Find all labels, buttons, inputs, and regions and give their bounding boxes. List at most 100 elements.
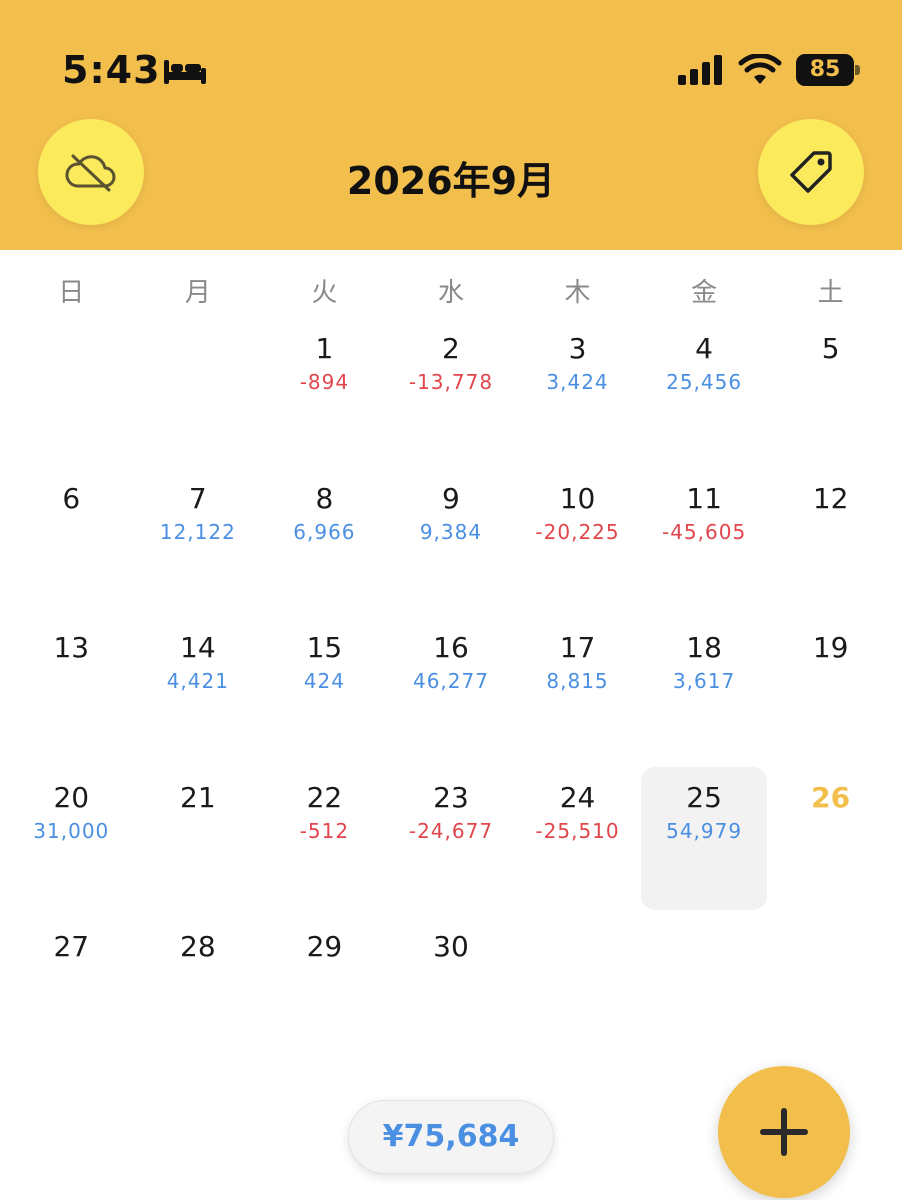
day-number: 18 — [686, 631, 722, 664]
calendar-day-5[interactable]: 5 — [767, 318, 894, 468]
calendar-day-22[interactable]: 22 -512 — [261, 767, 388, 917]
day-amount: -20,225 — [535, 519, 620, 544]
day-amount — [261, 968, 388, 994]
calendar-day-23[interactable]: 23 -24,677 — [388, 767, 515, 917]
day-number: 22 — [306, 780, 343, 814]
calendar-day-8[interactable]: 8 6,966 — [261, 468, 388, 618]
day-number: 1 — [315, 332, 334, 365]
app-header: 5:43 85 2026年9月 — [0, 0, 902, 250]
calendar-day-4[interactable]: 4 25,456 — [641, 318, 768, 468]
day-number: 30 — [433, 930, 469, 963]
calendar-day-28[interactable]: 28 — [135, 916, 262, 1066]
calendar-day-12[interactable]: 12 — [767, 468, 894, 618]
day-amount — [135, 370, 262, 396]
weekday-mon: 月 — [184, 278, 211, 308]
calendar-day-16[interactable]: 16 46,277 — [388, 617, 515, 767]
calendar-day-27[interactable]: 27 — [8, 916, 135, 1066]
calendar-day-6[interactable]: 6 — [8, 468, 135, 618]
day-number: 2 — [442, 332, 460, 365]
calendar-day-18[interactable]: 18 3,617 — [641, 617, 768, 767]
calendar-day-15[interactable]: 15 424 — [261, 617, 388, 767]
weekday-sat: 土 — [817, 278, 844, 308]
day-number: 28 — [180, 930, 216, 963]
day-amount — [8, 520, 135, 546]
day-amount — [767, 520, 894, 546]
calendar-day-2[interactable]: 2 -13,778 — [388, 318, 515, 468]
add-entry-button[interactable] — [718, 1066, 850, 1198]
signal-icon — [678, 55, 722, 85]
weekday-thu: 木 — [564, 278, 591, 308]
day-amount: 54,979 — [666, 818, 743, 843]
day-number: 21 — [180, 780, 216, 814]
battery-level: 85 — [796, 54, 854, 86]
tag-button[interactable] — [758, 119, 864, 225]
day-number: 3 — [568, 332, 587, 365]
day-amount — [388, 968, 515, 994]
day-number: 10 — [559, 481, 596, 515]
day-number: 5 — [821, 332, 840, 365]
calendar-day-14[interactable]: 14 4,421 — [135, 617, 262, 767]
day-number: 6 — [62, 481, 81, 515]
calendar-day-24[interactable]: 24 -25,510 — [514, 767, 641, 917]
calendar-day-25[interactable]: 25 54,979 — [640, 766, 768, 917]
day-number: 11 — [686, 481, 722, 515]
day-amount — [514, 968, 641, 994]
day-number: 20 — [53, 780, 90, 814]
day-number: 9 — [442, 481, 460, 515]
calendar-day-11[interactable]: 11 -45,605 — [641, 468, 768, 618]
calendar-day-26[interactable]: 26 — [767, 767, 894, 917]
day-amount — [135, 819, 262, 845]
calendar-day-1[interactable]: 1 -894 — [261, 318, 388, 468]
day-number — [135, 318, 262, 368]
day-amount: -894 — [299, 370, 350, 394]
calendar-day-30[interactable]: 30 — [388, 916, 515, 1066]
monthly-total[interactable]: ¥75,684 — [348, 1100, 554, 1174]
weekday-sun: 日 — [58, 278, 85, 308]
day-number: 17 — [559, 631, 596, 664]
day-number: 14 — [180, 631, 216, 664]
day-amount — [767, 968, 894, 994]
day-number: 29 — [306, 930, 343, 963]
calendar-empty-cell — [514, 916, 641, 1066]
calendar-empty-cell — [641, 916, 768, 1066]
day-amount: 8,815 — [546, 669, 609, 693]
day-number: 15 — [306, 631, 343, 664]
status-indicators: 85 — [678, 52, 860, 88]
day-amount: -45,605 — [661, 519, 747, 544]
day-amount — [767, 819, 894, 845]
battery-icon: 85 — [796, 54, 860, 86]
calendar-day-9[interactable]: 9 9,384 — [388, 468, 515, 618]
plus-icon — [760, 1108, 808, 1156]
weekday-tue: 火 — [311, 278, 338, 308]
day-amount — [135, 968, 262, 994]
day-amount: 3,424 — [546, 370, 609, 394]
calendar-day-20[interactable]: 20 31,000 — [8, 767, 135, 917]
day-number: 12 — [812, 481, 849, 515]
calendar-day-17[interactable]: 17 8,815 — [514, 617, 641, 767]
day-amount: -25,510 — [535, 818, 620, 843]
calendar-empty-cell — [767, 916, 894, 1066]
calendar-day-29[interactable]: 29 — [261, 916, 388, 1066]
calendar-day-7[interactable]: 7 12,122 — [135, 468, 262, 618]
calendar-day-21[interactable]: 21 — [135, 767, 262, 917]
day-number: 26 — [811, 780, 851, 814]
weekday-header: 日 月 火 水 木 金 土 — [8, 272, 894, 309]
day-amount — [767, 669, 894, 695]
calendar-day-13[interactable]: 13 — [8, 617, 135, 767]
day-number: 16 — [433, 631, 469, 664]
day-number: 23 — [433, 780, 469, 814]
day-amount — [8, 370, 135, 396]
day-number: 8 — [315, 481, 334, 515]
calendar-day-3[interactable]: 3 3,424 — [514, 318, 641, 468]
calendar-day-10[interactable]: 10 -20,225 — [514, 468, 641, 618]
day-amount: 6,966 — [293, 519, 356, 544]
weekday-wed: 水 — [437, 278, 464, 308]
calendar-empty-cell — [8, 318, 135, 468]
day-amount: 12,122 — [159, 519, 236, 544]
day-amount: 46,277 — [412, 669, 489, 693]
day-amount: 4,421 — [166, 669, 229, 693]
day-number: 19 — [812, 631, 849, 664]
calendar-day-19[interactable]: 19 — [767, 617, 894, 767]
calendar-week: 6 7 12,122 8 6,966 9 9,384 10 -20,225 11 -45,605 12 — [8, 468, 894, 618]
wifi-icon — [738, 54, 782, 84]
